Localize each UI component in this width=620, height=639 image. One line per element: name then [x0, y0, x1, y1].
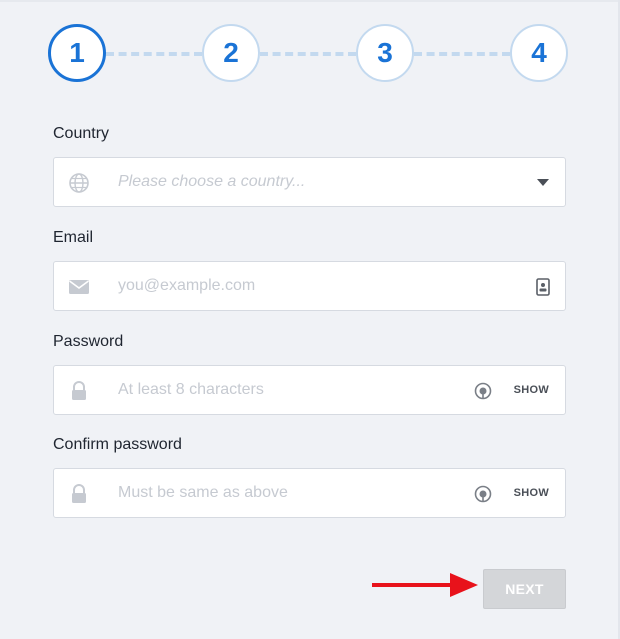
show-confirm-password-button[interactable]: SHOW — [514, 469, 549, 517]
step-2[interactable]: 2 — [202, 24, 260, 82]
password-label: Password — [53, 333, 124, 350]
confirm-password-label: Confirm password — [53, 436, 182, 453]
password-field[interactable]: SHOW — [53, 365, 566, 415]
step-1[interactable]: 1 — [48, 24, 106, 82]
annotation-arrow-icon — [372, 573, 478, 597]
country-input[interactable] — [118, 158, 458, 206]
lock-icon — [72, 381, 86, 400]
progress-stepper: 1 2 3 4 — [48, 24, 572, 86]
globe-icon — [69, 173, 89, 193]
show-password-button[interactable]: SHOW — [514, 366, 549, 414]
email-label: Email — [53, 229, 94, 246]
next-button[interactable]: NEXT — [483, 569, 566, 609]
envelope-icon — [69, 280, 89, 294]
step-4[interactable]: 4 — [510, 24, 568, 82]
password-manager-icon[interactable] — [473, 380, 493, 402]
step-connector — [260, 52, 356, 56]
lock-icon — [72, 484, 86, 503]
password-input[interactable] — [118, 366, 458, 414]
password-manager-icon[interactable] — [473, 483, 493, 505]
email-input[interactable] — [118, 262, 458, 310]
top-border — [0, 0, 620, 2]
dropdown-caret-icon[interactable] — [537, 179, 549, 186]
step-connector — [414, 52, 510, 56]
step-connector — [106, 52, 202, 56]
step-3[interactable]: 3 — [356, 24, 414, 82]
contact-card-icon[interactable] — [533, 276, 553, 298]
confirm-password-input[interactable] — [118, 469, 458, 517]
email-field[interactable] — [53, 261, 566, 311]
confirm-password-field[interactable]: SHOW — [53, 468, 566, 518]
country-label: Country — [53, 125, 110, 142]
country-select[interactable] — [53, 157, 566, 207]
